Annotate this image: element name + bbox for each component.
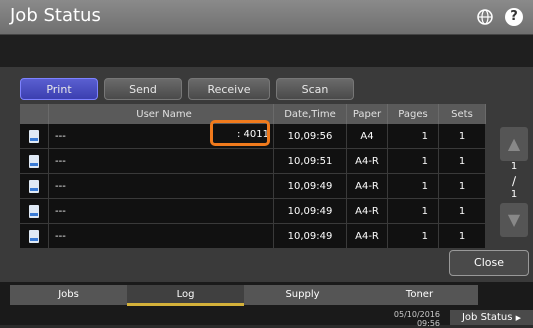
document-icon (29, 229, 39, 243)
pages: 1 (387, 223, 439, 249)
paper: A4-R (346, 148, 388, 174)
clock: 05/10/2016 09:56 (368, 310, 440, 328)
header-sets[interactable]: Sets (438, 104, 486, 124)
tab-jobs[interactable]: Jobs (10, 285, 127, 305)
date-time: 10,09:56 (273, 124, 347, 149)
table-row[interactable]: --- 10,09:49 A4-R 1 1 (20, 223, 486, 249)
header-date-time[interactable]: Date,Time (273, 104, 347, 124)
document-icon (29, 154, 39, 168)
job-status-label: Job Status (461, 312, 513, 323)
user-name: --- (55, 180, 66, 192)
current-page: 1 (510, 161, 518, 172)
user-name: --- (55, 205, 66, 217)
user-name: --- (55, 230, 66, 242)
paper: A4 (346, 124, 388, 149)
tab-log[interactable]: Log (127, 285, 244, 306)
pages: 1 (387, 148, 439, 174)
paper: A4-R (346, 223, 388, 249)
pages: 1 (387, 124, 439, 149)
sets: 1 (438, 223, 486, 249)
pages: 1 (387, 198, 439, 224)
sets: 1 (438, 198, 486, 224)
scroll-down-button[interactable]: ▼ (500, 203, 528, 237)
tab-supply[interactable]: Supply (244, 285, 361, 305)
help-icon[interactable]: ? (505, 8, 523, 26)
copy-job-icon (29, 129, 39, 143)
table-row[interactable]: --- 10,09:49 A4-R 1 1 (20, 198, 486, 224)
globe-icon[interactable] (477, 9, 493, 25)
chevron-down-icon: ▼ (507, 210, 521, 229)
clock-time: 09:56 (416, 319, 440, 328)
clock-date: 05/10/2016 (393, 310, 440, 319)
close-button[interactable]: Close (449, 250, 529, 276)
pages: 1 (387, 173, 439, 199)
sets: 1 (438, 148, 486, 174)
paper: A4-R (346, 173, 388, 199)
tab-toner[interactable]: Toner (361, 285, 478, 305)
date-time: 10,09:49 (273, 198, 347, 224)
paper: A4-R (346, 198, 388, 224)
date-time: 10,09:49 (273, 223, 347, 249)
date-time: 10,09:49 (273, 173, 347, 199)
total-pages: 1 (510, 189, 518, 200)
tab-print[interactable]: Print (20, 78, 98, 100)
sets: 1 (438, 124, 486, 149)
header-icon (20, 104, 49, 124)
page-indicator: 1 ∕ 1 (500, 160, 528, 202)
tab-send[interactable]: Send (104, 78, 182, 100)
user-name: --- (55, 130, 66, 142)
top-bar (0, 35, 533, 67)
arrow-right-icon: ▶ (515, 314, 522, 322)
page-separator: ∕ (511, 174, 517, 188)
user-name: --- (55, 155, 66, 167)
tab-scan[interactable]: Scan (276, 78, 354, 100)
table-row[interactable]: --- 10,09:49 A4-R 1 1 (20, 173, 486, 199)
date-time: 10,09:51 (273, 148, 347, 174)
document-icon (29, 204, 39, 218)
table-row[interactable]: --- 10,09:51 A4-R 1 1 (20, 148, 486, 174)
job-status-button[interactable]: Job Status ▶ (450, 310, 533, 325)
document-icon (29, 179, 39, 193)
window-title: Job Status (10, 5, 101, 26)
header-pages[interactable]: Pages (387, 104, 439, 124)
scroll-up-button[interactable]: ▲ (500, 127, 528, 161)
header-paper[interactable]: Paper (346, 104, 388, 124)
highlight-box (210, 120, 270, 146)
sets: 1 (438, 173, 486, 199)
tab-receive[interactable]: Receive (188, 78, 270, 100)
chevron-up-icon: ▲ (507, 134, 521, 153)
